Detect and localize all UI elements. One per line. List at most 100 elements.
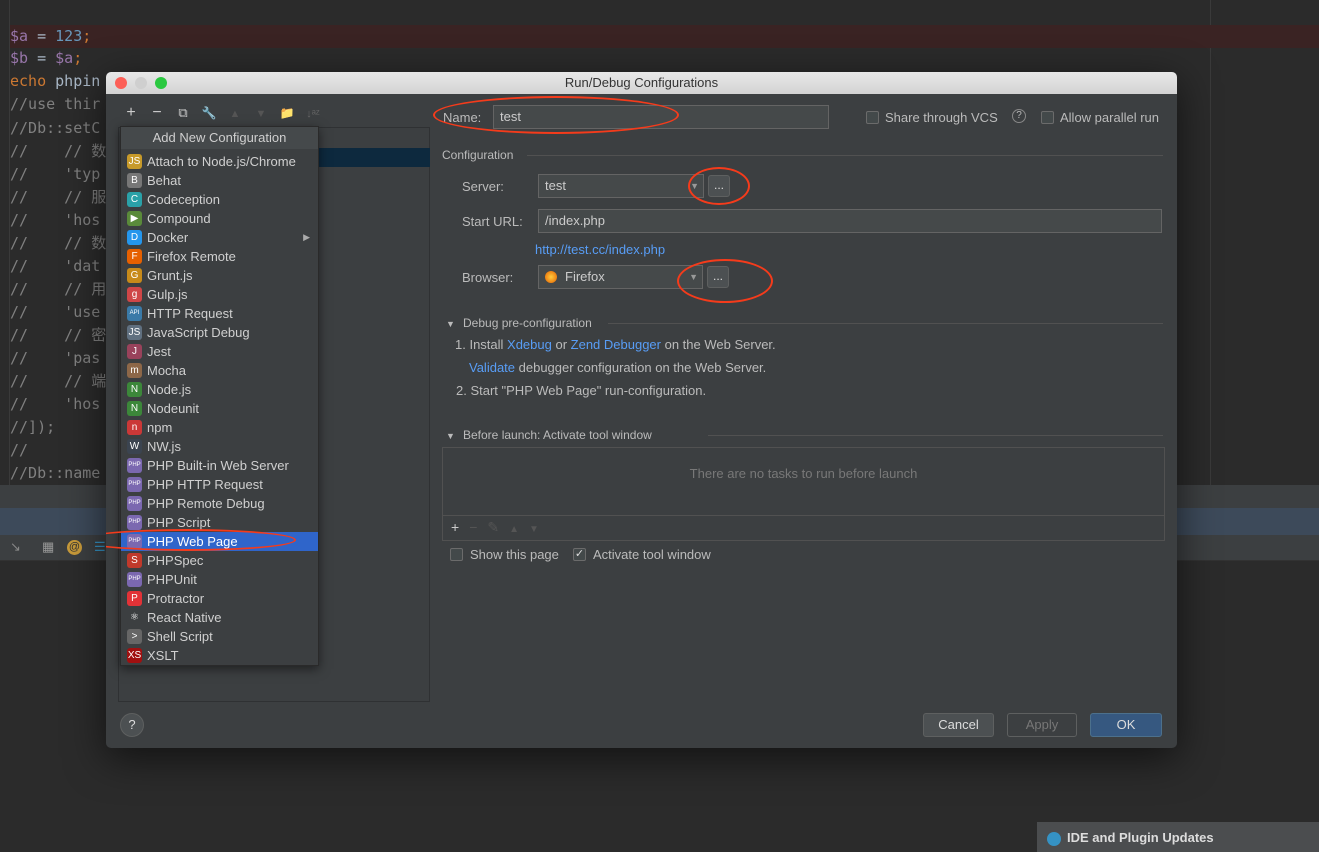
menu-item-jest[interactable]: J Jest [121,342,318,361]
code-line[interactable]: $b = $a; [10,47,1319,70]
remove-task-button[interactable]: − [469,519,477,535]
move-task-down-button[interactable]: ▼ [529,524,539,535]
updates-notification[interactable]: IDE and Plugin Updates [1037,822,1319,852]
start-url-input[interactable]: /index.php [538,209,1162,233]
menu-item-javascript-debug[interactable]: JS JavaScript Debug [121,323,318,342]
zoom-button[interactable] [155,77,167,89]
edit-task-button[interactable]: ✎ [487,519,499,535]
firefox-icon [545,271,557,283]
debug-step-2: 2. Start "PHP Web Page" run-configuratio… [456,383,707,398]
new-folder-button[interactable]: 📁 [274,106,300,120]
menu-item-node-js[interactable]: N Node.js [121,380,318,399]
menu-item-xslt[interactable]: XS XSLT [121,646,318,665]
close-button[interactable] [115,77,127,89]
list-icon[interactable]: ☰ [94,539,106,555]
menu-item-nw-js[interactable]: W NW.js [121,437,318,456]
move-task-up-button[interactable]: ▲ [509,524,519,535]
menu-item-label: PHPUnit [147,572,197,587]
menu-item-php-built-in-web-server[interactable]: PHP PHP Built-in Web Server [121,456,318,475]
apply-button[interactable]: Apply [1007,713,1077,737]
edit-defaults-wrench-icon[interactable]: 🔧 [196,106,222,120]
code-token: ; [82,27,92,45]
tree-selected-row[interactable] [319,148,430,167]
code-token: //Db::name [10,464,101,482]
code-token: //use thir [10,95,101,113]
menu-item-http-request[interactable]: API HTTP Request [121,304,318,323]
calculator-icon[interactable]: ▦ [42,539,54,555]
menu-item-behat[interactable]: B Behat [121,171,318,190]
menu-item-phpspec[interactable]: S PHPSpec [121,551,318,570]
ok-button[interactable]: OK [1090,713,1162,737]
menu-item-label: Gulp.js [147,287,188,302]
debug-section-label[interactable]: Debug pre-configuration [463,316,592,330]
at-sign-icon[interactable]: @ [67,540,82,555]
share-vcs-checkbox[interactable] [866,111,879,124]
menu-item-firefox-remote[interactable]: F Firefox Remote [121,247,318,266]
server-select[interactable]: test ▼ [538,174,704,198]
menu-item-mocha[interactable]: m Mocha [121,361,318,380]
menu-item-docker[interactable]: D Docker ▶ [121,228,318,247]
collapse-triangle-icon[interactable]: ▼ [446,431,455,441]
show-page-checkbox[interactable] [450,548,463,561]
menu-item-grunt-js[interactable]: G Grunt.js [121,266,318,285]
code-token: // // 端 [10,372,107,390]
menu-item-codeception[interactable]: C Codeception [121,190,318,209]
menu-item-label: Compound [147,211,211,226]
menu-item-attach-to-node-js-chrome[interactable]: JS Attach to Node.js/Chrome [121,152,318,171]
task-toolbar: + − ✎ ▲ ▼ [443,515,1164,540]
code-token: ; [73,49,83,67]
code-token: phpin [55,72,101,90]
activate-window-checkbox[interactable]: ✓ [573,548,586,561]
cancel-button[interactable]: Cancel [923,713,994,737]
menu-item-react-native[interactable]: ⚛ React Native [121,608,318,627]
separator [708,435,1163,436]
run-debug-dialog: Run/Debug Configurations + − ⧉ 🔧 ▲ ▼ 📁 ↓ᵃᶻ Add … [106,72,1177,748]
code-token: // 'hos [10,395,101,413]
move-down-button[interactable]: ▼ [248,108,274,120]
xdebug-link[interactable]: Xdebug [507,337,552,352]
menu-item-protractor[interactable]: P Protractor [121,589,318,608]
http-request-icon: API [127,306,142,321]
menu-item-php-remote-debug[interactable]: PHP PHP Remote Debug [121,494,318,513]
sort-button[interactable]: ↓ᵃᶻ [300,108,326,120]
xslt-icon: XS [127,648,142,663]
menu-item-label: npm [147,420,173,435]
php-built-in-web-server-icon: PHP [127,458,142,473]
code-token: // 'typ [10,165,101,183]
add-task-button[interactable]: + [451,519,459,535]
code-token: = [28,49,56,67]
validate-link[interactable]: Validate [469,360,515,375]
collapse-triangle-icon[interactable]: ▼ [446,319,455,329]
remove-config-button[interactable]: − [144,104,170,122]
phpspec-icon: S [127,553,142,568]
annotation-ellipse [688,167,750,205]
menu-item-php-http-request[interactable]: PHP PHP HTTP Request [121,475,318,494]
code-token: = [28,27,56,45]
menu-item-npm[interactable]: n npm [121,418,318,437]
before-launch-label[interactable]: Before launch: Activate tool window [463,428,652,442]
configuration-section-label: Configuration [442,148,514,162]
copy-config-button[interactable]: ⧉ [170,105,196,121]
menu-item-gulp-js[interactable]: g Gulp.js [121,285,318,304]
add-config-button[interactable]: + [118,104,144,122]
code-token: $b [10,49,29,67]
resolved-url-link[interactable]: http://test.cc/index.php [535,242,665,257]
menu-item-shell-script[interactable]: > Shell Script [121,627,318,646]
menu-item-nodeunit[interactable]: N Nodeunit [121,399,318,418]
before-launch-task-list[interactable]: There are no tasks to run before launch … [442,447,1165,541]
code-token: // // 用 [10,280,107,298]
zend-debugger-link[interactable]: Zend Debugger [571,337,661,352]
help-button[interactable]: ? [120,713,144,737]
code-token: // // 数 [10,234,107,252]
code-line[interactable]: $a = 123; [10,25,1319,48]
menu-item-compound[interactable]: ▶ Compound [121,209,318,228]
allow-parallel-checkbox[interactable] [1041,111,1054,124]
move-up-button[interactable]: ▲ [222,108,248,120]
help-icon[interactable]: ? [1012,109,1026,123]
menu-item-phpunit[interactable]: PHP PHPUnit [121,570,318,589]
minimize-button[interactable] [135,77,147,89]
code-token: // // 服 [10,188,107,206]
mocha-icon: m [127,363,142,378]
activate-window-label: Activate tool window [593,547,711,562]
scroll-to-end-icon[interactable]: ↘ [10,539,21,555]
